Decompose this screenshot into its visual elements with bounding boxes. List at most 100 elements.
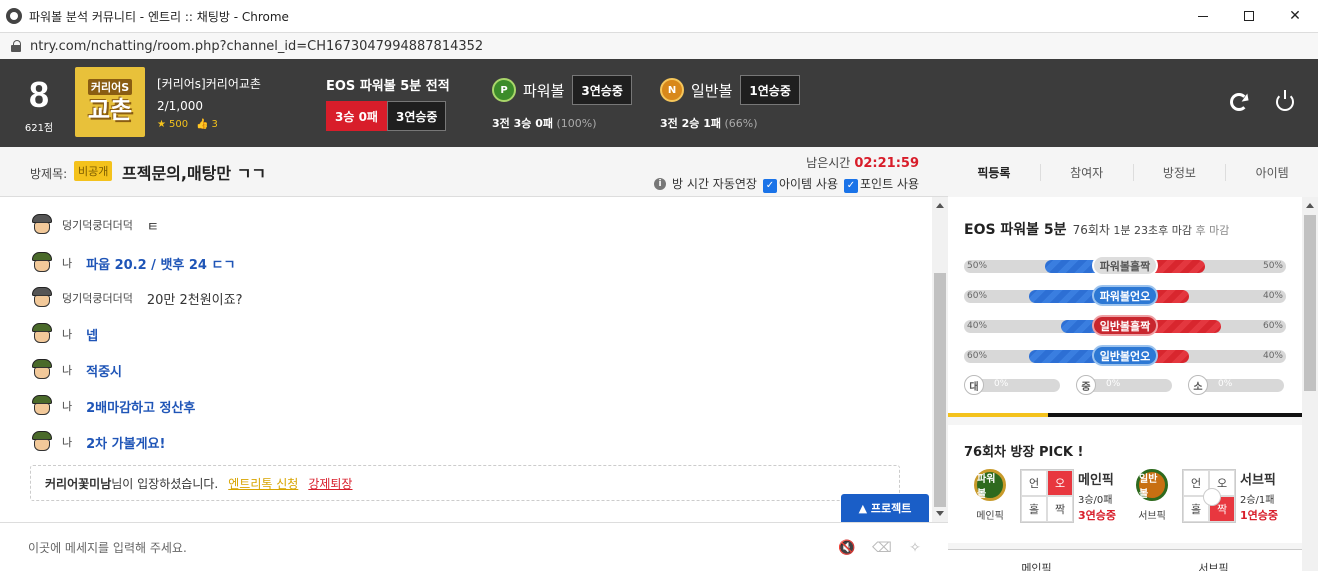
normalball-record-text: 3전 2승 1패 (66%) xyxy=(660,115,758,131)
chat-scrollbar[interactable] xyxy=(932,197,948,522)
odds-label-pill: 일반볼홀짝 xyxy=(1092,315,1158,336)
owner-stats: ★ 500 👍 3 xyxy=(157,119,261,130)
tab-pick-register[interactable]: 픽등록 xyxy=(948,163,1041,181)
odds-right-pct: 60% xyxy=(1262,321,1283,331)
chat-text: ㅌ xyxy=(146,219,159,235)
chat-text: 2차 가볼게요! xyxy=(86,436,166,452)
window-titlebar: 파워볼 분석 커뮤니티 - 엔트리 :: 채팅방 - Chrome ✕ xyxy=(0,0,1318,32)
scroll-up-icon[interactable] xyxy=(1306,203,1314,208)
chat-nick: 나 xyxy=(62,328,73,341)
chat-nick[interactable]: 덩기덕쿵더더덕 xyxy=(62,217,133,233)
normalball-record: N 일반볼 1연승중 3전 2승 1패 (66%) xyxy=(660,75,800,130)
odds-right-pct: 40% xyxy=(1262,291,1283,301)
main-pick-sub: 메인픽 xyxy=(976,511,1004,522)
odds-left-pct: 60% xyxy=(967,291,988,301)
tab-room-info[interactable]: 방정보 xyxy=(1134,163,1227,181)
member-count: 2/1,000 xyxy=(157,99,204,113)
message-input[interactable] xyxy=(28,537,808,559)
my-avatar-icon xyxy=(30,394,54,418)
powerball-record-value: 3전 3승 0패 xyxy=(492,117,553,130)
minimize-button[interactable] xyxy=(1180,0,1226,32)
power-icon[interactable] xyxy=(1276,90,1294,111)
powerball-label: 파워볼 xyxy=(523,81,565,100)
powerball-record: P 파워볼 3연승중 3전 3승 0패 (100%) xyxy=(492,75,632,130)
size-small: 소 0% xyxy=(1188,375,1288,395)
owner-name[interactable]: [커리어s]커리어교촌 xyxy=(157,75,261,92)
magic-wand-icon[interactable]: ✧ xyxy=(905,540,925,556)
main-pick-info: 메인픽 3승/0패 3연승중 xyxy=(1078,469,1116,523)
my-avatar-icon xyxy=(30,251,54,275)
chat-message: 나 파웁 20.2 / 뱃후 24 ㄷㄱ xyxy=(30,251,235,275)
chat-nick: 나 xyxy=(62,364,73,377)
star-count: 500 xyxy=(168,119,189,130)
powerball-coin-icon: P xyxy=(492,78,516,102)
pick-cell-under[interactable]: 언 xyxy=(1021,470,1047,496)
checkmark-icon: ✓ xyxy=(843,178,858,193)
item-use-label: 아이템 사용 xyxy=(778,177,838,191)
entry-talk-link[interactable]: 엔트리톡 신청 xyxy=(228,475,298,492)
tab-sub-pick[interactable]: 서브픽 xyxy=(1125,550,1302,571)
pick-cell-odd[interactable]: 홀 xyxy=(1021,496,1047,522)
scroll-thumb[interactable] xyxy=(1304,215,1316,391)
info-icon[interactable]: i xyxy=(654,177,667,190)
entered-user[interactable]: 커리어꽃미남 xyxy=(45,475,111,492)
game-status-card: EOS 파워볼 5분 76회차 1분 23초후 마감 후 마감 50% 50% 파워볼… xyxy=(948,197,1302,417)
chat-text: 20만 2천원이죠? xyxy=(146,292,243,308)
user-avatar-icon[interactable] xyxy=(30,213,54,237)
game-remaining: 1분 23초후 마감 xyxy=(1113,224,1193,237)
point-use-checkbox[interactable]: ✓ 포인트 사용 xyxy=(843,175,919,193)
address-bar[interactable]: ntry.com/nchatting/room.php?channel_id=C… xyxy=(0,32,1318,59)
close-window-button[interactable]: ✕ xyxy=(1272,0,1318,32)
side-scrollbar[interactable] xyxy=(1302,197,1318,571)
chat-text: 넵 xyxy=(86,328,99,344)
tab-main-pick[interactable]: 메인픽 xyxy=(948,550,1125,571)
scroll-down-icon[interactable] xyxy=(936,511,944,516)
minimize-icon xyxy=(1198,15,1208,17)
user-avatar-icon[interactable] xyxy=(30,286,54,310)
game-header: EOS 파워볼 5분 76회차 1분 23초후 마감 후 마감 xyxy=(964,219,1229,239)
message-input-bar: 🔇 ⌫ ✧ xyxy=(0,522,948,571)
pick-cell-over[interactable]: 오 xyxy=(1047,470,1073,496)
eraser-icon[interactable]: ⌫ xyxy=(872,540,892,556)
level-points: 621점 xyxy=(24,123,54,134)
level-number: 8 xyxy=(28,74,50,115)
odds-left-pct: 50% xyxy=(967,261,988,271)
room-header: 8 621점 커리어S 교촌 [커리어s]커리어교촌 2/1,000 ★ 500 … xyxy=(0,59,1318,147)
size-pct: 0% xyxy=(994,379,1009,389)
maximize-icon xyxy=(1244,11,1254,21)
odds-left-pct: 60% xyxy=(967,351,988,361)
size-pct: 0% xyxy=(1106,379,1121,389)
kick-link[interactable]: 강제퇴장 xyxy=(308,475,352,492)
normalball-streak-badge: 1연승중 xyxy=(740,75,800,105)
chat-nick[interactable]: 덩기덕쿵더더덕 xyxy=(62,290,133,306)
auto-extend-label[interactable]: 방 시간 자동연장 xyxy=(672,175,757,192)
toggle-knob[interactable] xyxy=(1203,488,1221,506)
chat-message: 나 2차 가볼게요! xyxy=(30,430,165,454)
my-avatar-icon xyxy=(30,358,54,382)
room-title: 프젝문의,매탕만 ㄱㄱ xyxy=(122,164,267,183)
chat-nick: 나 xyxy=(62,436,73,449)
url-text[interactable]: ntry.com/nchatting/room.php?channel_id=C… xyxy=(30,39,483,54)
owner-avatar[interactable]: 커리어S 교촌 xyxy=(75,67,145,137)
powerball-record-pct: (100%) xyxy=(556,117,597,130)
scroll-up-icon[interactable] xyxy=(936,203,944,208)
odds-right-pct: 50% xyxy=(1262,261,1283,271)
tab-items[interactable]: 아이템 xyxy=(1226,164,1318,181)
tab-participants[interactable]: 참여자 xyxy=(1041,163,1134,181)
project-button[interactable]: ▲ 프로젝트 xyxy=(841,494,929,522)
odds-label-pill: 파워볼언오 xyxy=(1092,285,1158,306)
maximize-button[interactable] xyxy=(1226,0,1272,32)
scroll-thumb[interactable] xyxy=(934,273,946,507)
my-avatar-icon xyxy=(30,322,54,346)
size-large: 대 0% xyxy=(964,375,1064,395)
ribbon-black xyxy=(1048,413,1302,417)
size-label: 소 xyxy=(1188,375,1208,395)
refresh-icon[interactable] xyxy=(1230,93,1248,111)
item-use-checkbox[interactable]: ✓ 아이템 사용 xyxy=(762,175,838,193)
ribbon-yellow xyxy=(948,413,1048,417)
chat-area[interactable]: 덩기덕쿵더더덕 ㅌ 나 파웁 20.2 / 뱃후 24 ㄷㄱ 덩기덕쿵더더덕 2… xyxy=(0,197,932,522)
pick-cell-even[interactable]: 짝 xyxy=(1047,496,1073,522)
mute-icon[interactable]: 🔇 xyxy=(837,540,857,556)
room-title-label: 방제목: xyxy=(30,167,68,181)
star-stat: ★ 500 xyxy=(157,119,188,130)
